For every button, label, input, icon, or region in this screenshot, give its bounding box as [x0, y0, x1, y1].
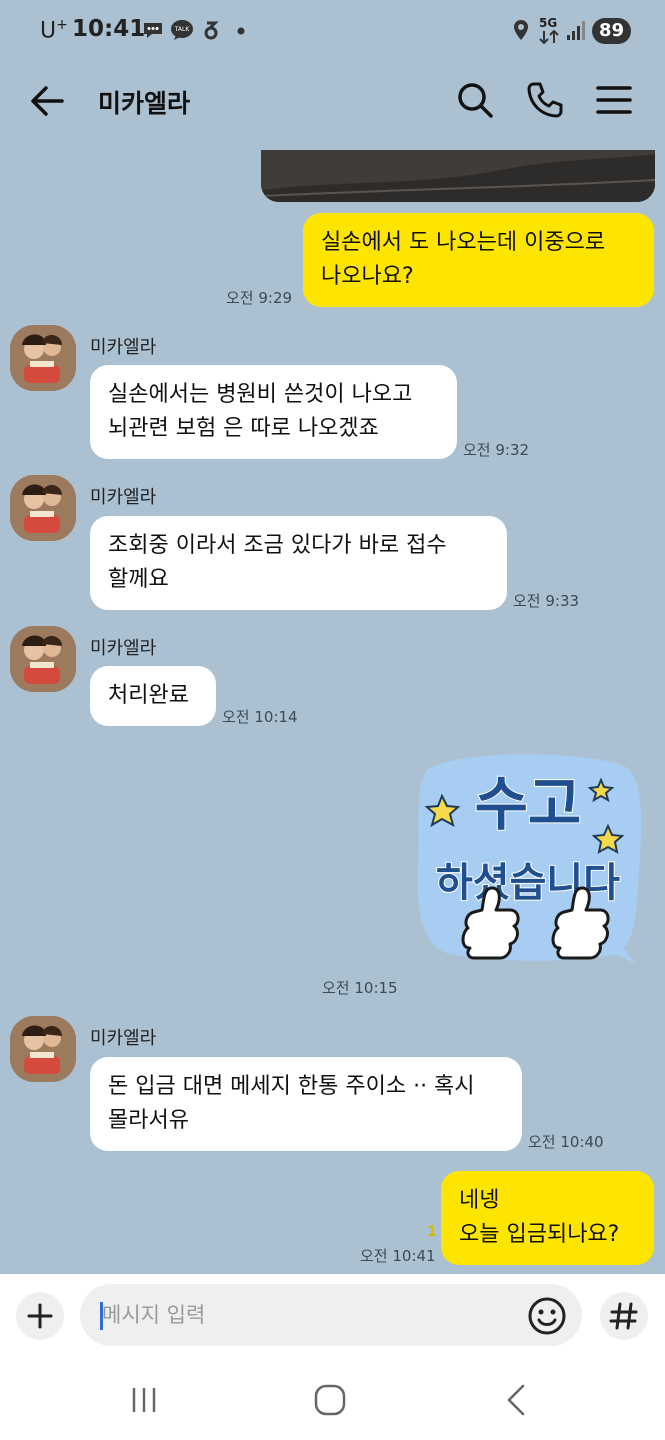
more-notifications-dot-icon [237, 27, 245, 35]
network-type: 5G [539, 16, 558, 30]
message-input[interactable] [80, 1284, 582, 1346]
shared-photo-message[interactable] [261, 150, 655, 202]
thumbs-up-sticker: 수고 하셨습니다 [417, 754, 642, 964]
status-bar: U+ 10:41 TALK 5G 89 [0, 0, 665, 62]
plus-icon [27, 1303, 53, 1329]
message-time: 오전 9:32 [463, 441, 530, 459]
app-notification-icon [204, 21, 219, 40]
status-time: 10:41 [72, 16, 146, 42]
message-time: 오전 10:40 [528, 1133, 604, 1151]
home-icon[interactable] [310, 1380, 350, 1420]
message-time: 오전 9:29 [226, 289, 293, 307]
recent-apps-icon[interactable] [124, 1380, 164, 1420]
sender-name: 미카엘라 [90, 337, 157, 358]
sticker-text-line2: 하셨습니다 [436, 860, 620, 906]
message-time: 오전 9:33 [513, 592, 580, 610]
unread-count: 1 [427, 1224, 437, 1240]
data-transfer-icon [539, 30, 559, 44]
sender-name: 미카엘라 [90, 487, 157, 508]
sender-name: 미카엘라 [90, 638, 157, 659]
location-icon [514, 20, 528, 40]
battery-indicator: 89 [592, 18, 631, 44]
incoming-message-bubble[interactable]: 처리완료 [90, 666, 216, 726]
sticker-text-line1: 수고 [475, 770, 582, 838]
attach-plus-button[interactable] [16, 1292, 64, 1340]
photo-thumbnail [261, 150, 655, 202]
chat-title: 미카엘라 [98, 89, 191, 118]
text-cursor [100, 1302, 103, 1330]
signal-icon [567, 21, 585, 40]
sticker-message[interactable]: 수고 하셨습니다 [410, 748, 650, 998]
phone-icon[interactable] [524, 80, 564, 120]
profile-photo [10, 626, 76, 692]
avatar[interactable] [10, 626, 76, 692]
talk-notification-icon: TALK [171, 20, 193, 40]
message-time: 오전 10:14 [222, 708, 298, 726]
chat-notification-icon [144, 23, 162, 38]
avatar[interactable] [10, 1016, 76, 1082]
profile-photo [10, 475, 76, 541]
message-input-bar [0, 1274, 665, 1358]
incoming-message-bubble[interactable]: 돈 입금 대면 메세지 한통 주이소 ·· 혹시 몰라서유 [90, 1057, 522, 1151]
system-navigation-bar [0, 1358, 665, 1440]
avatar[interactable] [10, 475, 76, 541]
carrier-label: U+ [40, 17, 68, 44]
profile-photo [10, 325, 76, 391]
outgoing-message-bubble[interactable]: 네넹 오늘 입금되나요? [441, 1171, 654, 1265]
hashtag-icon [609, 1302, 638, 1330]
chat-header: 미카엘라 [0, 62, 665, 140]
hashtag-search-button[interactable] [600, 1292, 648, 1340]
svg-text:TALK: TALK [174, 26, 191, 33]
incoming-message-bubble[interactable]: 조회중 이라서 조금 있다가 바로 접수 할께요 [90, 516, 507, 610]
menu-icon[interactable] [594, 80, 634, 120]
back-nav-icon[interactable] [497, 1380, 537, 1420]
back-arrow-icon[interactable] [28, 82, 68, 120]
search-icon[interactable] [455, 80, 495, 120]
message-time: 오전 10:15 [322, 979, 398, 997]
emoji-icon[interactable] [527, 1296, 567, 1336]
outgoing-message-bubble[interactable]: 실손에서 도 나오는데 이중으로 나오나요? [303, 213, 654, 307]
profile-photo [10, 1016, 76, 1082]
sender-name: 미카엘라 [90, 1028, 157, 1049]
avatar[interactable] [10, 325, 76, 391]
incoming-message-bubble[interactable]: 실손에서는 병원비 쓴것이 나오고 뇌관련 보험 은 따로 나오겠죠 [90, 365, 457, 459]
message-time: 오전 10:41 [360, 1247, 436, 1265]
